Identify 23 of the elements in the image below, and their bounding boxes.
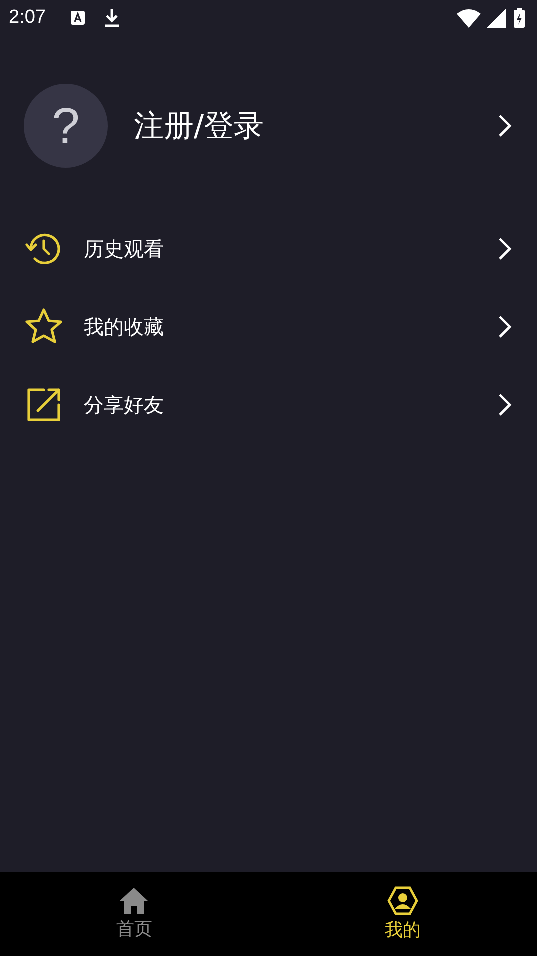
download-icon (104, 8, 120, 28)
nav-tab[interactable]: 我的 (268, 872, 537, 956)
chevron-right-icon (497, 236, 513, 262)
menu-label: 历史观看 (84, 236, 165, 262)
user-hexagon-icon (386, 886, 419, 916)
home-icon (119, 887, 150, 915)
battery-icon (514, 8, 525, 28)
menu-label: 分享好友 (84, 392, 165, 418)
menu-item[interactable]: 我的收藏 (0, 288, 537, 366)
status-time: 2:07 (9, 7, 46, 29)
login-label: 注册/登录 (134, 108, 266, 146)
menu-label: 我的收藏 (84, 314, 165, 340)
chevron-right-icon (497, 314, 513, 340)
chevron-right-icon (497, 113, 513, 139)
signal-icon (487, 8, 506, 28)
avatar: ? (24, 84, 108, 168)
menu-item[interactable]: 历史观看 (0, 210, 537, 288)
chevron-right-icon (497, 392, 513, 418)
nav-tab[interactable]: 首页 (0, 872, 268, 956)
menu-item[interactable]: 分享好友 (0, 366, 537, 444)
keyboard-icon (70, 10, 86, 26)
login-row[interactable]: ? 注册/登录 (0, 36, 537, 168)
wifi-icon (457, 8, 481, 28)
